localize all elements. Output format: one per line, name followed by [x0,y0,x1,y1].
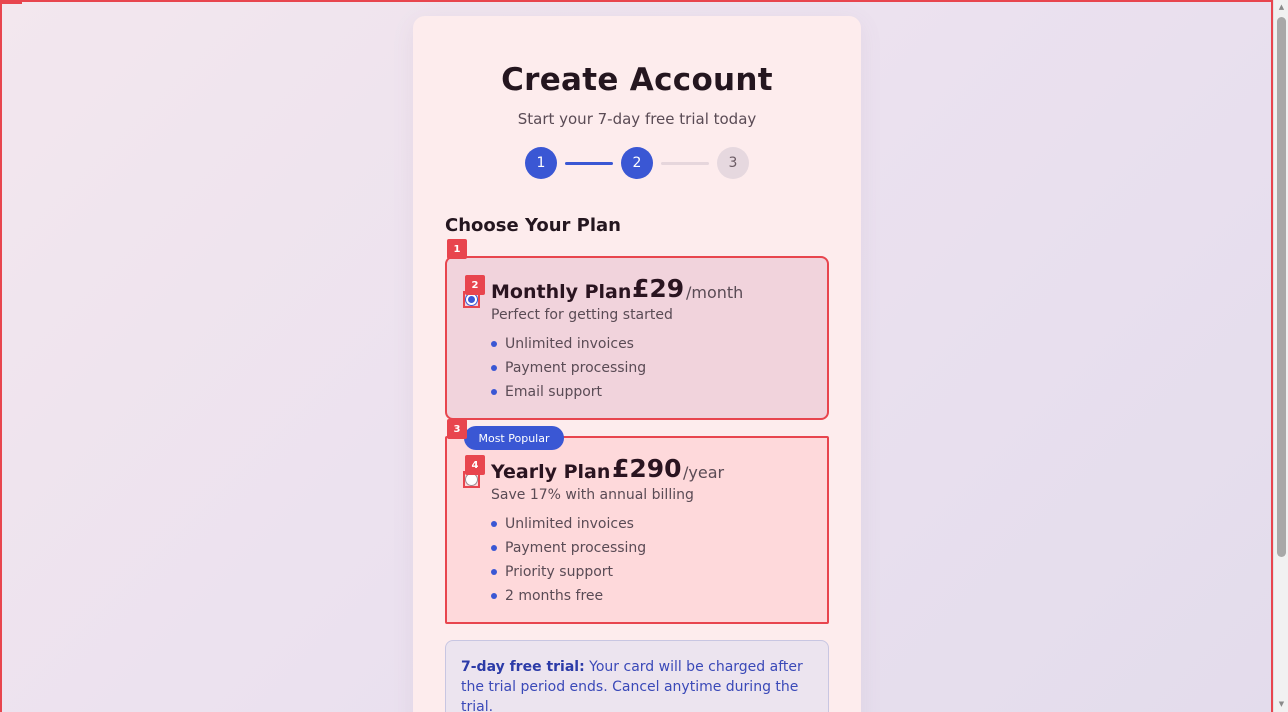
marker-1: 1 [447,239,467,259]
marker-3: 3 [447,419,467,439]
bullet-icon [491,545,497,551]
bullet-icon [491,521,497,527]
page-title: Create Account [501,62,773,98]
plan-period-yearly: /year [683,463,725,482]
bullet-icon [491,389,497,395]
plan-name-yearly: Yearly Plan [491,461,611,483]
step-2: 2 [621,147,653,179]
plan-description-monthly: Perfect for getting started [491,307,673,323]
feature-item: Unlimited invoices [491,514,634,534]
step-connector-1 [565,162,613,165]
bullet-icon [491,593,497,599]
scrollbar-thumb[interactable] [1277,17,1286,557]
scroll-up-arrow-icon[interactable]: ▲ [1274,0,1288,15]
step-connector-2 [661,162,709,165]
plan-name-monthly: Monthly Plan [491,281,632,303]
feature-item: 2 months free [491,586,603,606]
page-subtitle: Start your 7-day free trial today [517,110,757,128]
scroll-down-arrow-icon[interactable]: ▼ [1274,697,1288,712]
marker-4: 4 [465,455,485,475]
feature-item: Payment processing [491,358,646,378]
bullet-icon [491,569,497,575]
feature-item: Unlimited invoices [491,334,634,354]
step-1: 1 [525,147,557,179]
plan-section-heading: Choose Your Plan [445,215,621,236]
most-popular-badge: Most Popular [464,426,564,450]
feature-item: Payment processing [491,538,646,558]
trial-notice-text: 7-day free trial: Your card will be char… [461,657,817,712]
step-3: 3 [717,147,749,179]
plan-description-yearly: Save 17% with annual billing [491,487,694,503]
feature-item: Email support [491,382,602,402]
corner-marker [0,0,22,4]
feature-item: Priority support [491,562,613,582]
bullet-icon [491,365,497,371]
plan-price-monthly: £29 [632,274,685,303]
bullet-icon [491,341,497,347]
marker-2: 2 [465,275,485,295]
vertical-scrollbar[interactable]: ▲ ▼ [1273,0,1288,712]
trial-notice-label: 7-day free trial: [461,659,585,675]
plan-price-yearly: £290 [612,454,682,483]
plan-period-monthly: /month [686,283,744,302]
